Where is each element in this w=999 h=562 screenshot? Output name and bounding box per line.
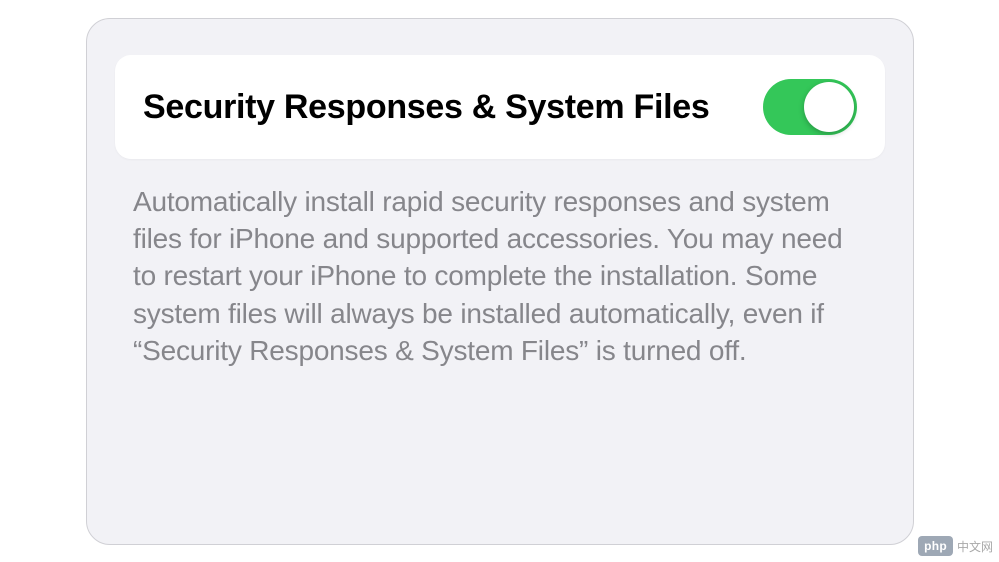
watermark: php 中文网 [918,536,993,556]
security-responses-row: Security Responses & System Files [115,55,885,159]
watermark-text: 中文网 [957,538,993,555]
toggle-knob [804,82,854,132]
settings-panel: Security Responses & System Files Automa… [86,18,914,545]
watermark-badge: php [918,536,953,556]
security-responses-toggle[interactable] [763,79,857,135]
setting-description: Automatically install rapid security res… [115,159,885,369]
setting-title: Security Responses & System Files [143,86,709,129]
